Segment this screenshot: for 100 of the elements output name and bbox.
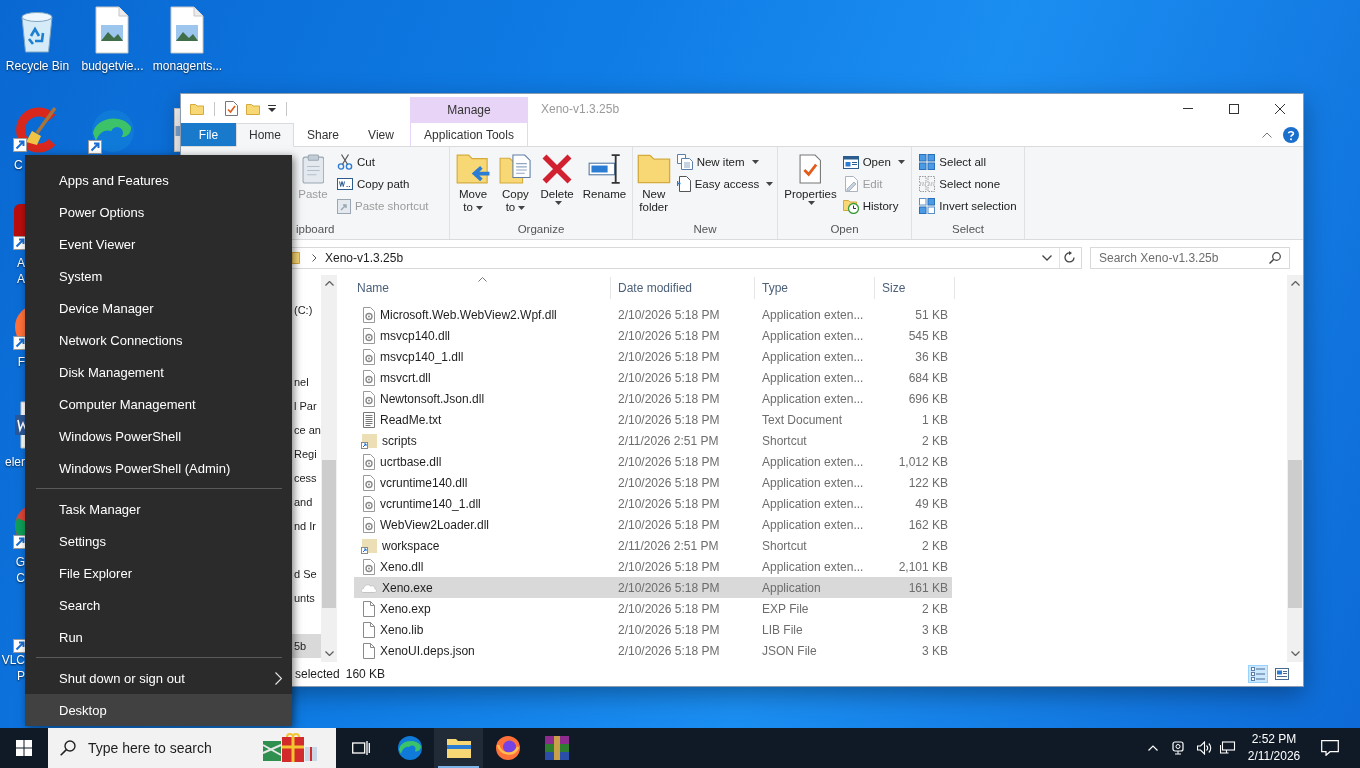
icon-label[interactable]: P	[17, 668, 25, 684]
column-header[interactable]: Size	[875, 277, 955, 299]
scroll-down-icon[interactable]	[1290, 651, 1300, 656]
clock-date[interactable]: 2/11/2026	[1247, 748, 1301, 765]
file-row[interactable]: scripts 2/11/2026 2:51 PM Shortcut 2 KB	[354, 430, 952, 451]
scroll-up-icon[interactable]	[324, 281, 334, 286]
menu-item[interactable]: File Explorer	[25, 557, 292, 589]
column-header[interactable]: Type	[755, 277, 875, 299]
ribbon-button[interactable]: Copy path	[335, 173, 431, 195]
chevron-right-icon[interactable]	[312, 253, 317, 262]
ribbon-button[interactable]: Properties	[782, 151, 839, 205]
scroll-down-icon[interactable]	[324, 651, 334, 656]
file-row[interactable]: Xeno.exp 2/10/2026 5:18 PM EXP File 2 KB	[354, 598, 952, 619]
file-row[interactable]: vcruntime140.dll 2/10/2026 5:18 PM Application exten... 122 KB	[354, 472, 952, 493]
search-field[interactable]: Search Xeno-v1.3.25b	[1090, 246, 1290, 269]
ribbon-button[interactable]: Open	[840, 151, 907, 173]
menu-item[interactable]: Device Manager	[25, 292, 292, 324]
file-row[interactable]: vcruntime140_1.dll 2/10/2026 5:18 PM Application exten... 49 KB	[354, 493, 952, 514]
scroll-up-icon[interactable]	[1290, 281, 1300, 286]
icon-label[interactable]: A	[17, 255, 25, 271]
icon-label[interactable]: F	[17, 354, 25, 370]
address-bar[interactable]: Xeno-v1.3.25b	[292, 246, 1082, 269]
ribbon-button[interactable]: Easy access	[674, 173, 776, 195]
search-icon[interactable]	[1269, 251, 1281, 264]
file-row[interactable]: msvcrt.dll 2/10/2026 5:18 PM Application exten... 684 KB	[354, 367, 952, 388]
ribbon-button[interactable]: Invert selection	[917, 195, 1019, 217]
tree-item[interactable]: and	[292, 490, 321, 514]
menu-item[interactable]: Apps and Features	[25, 164, 292, 196]
menu-item[interactable]: Search	[25, 589, 292, 621]
tree-item[interactable]: 5b	[292, 634, 321, 658]
icon-label[interactable]: C	[14, 157, 23, 173]
icon-label[interactable]: G	[15, 554, 25, 570]
file-row[interactable]: ReadMe.txt 2/10/2026 5:18 PM Text Document 1 KB	[354, 409, 952, 430]
tree-item[interactable]: Regi	[292, 442, 321, 466]
menu-item[interactable]: Task Manager	[25, 493, 292, 525]
taskbar-button[interactable]	[434, 728, 483, 768]
ribbon-button[interactable]: Copy to	[497, 151, 534, 214]
file-row[interactable]: Xeno.exe 2/10/2026 5:18 PM Application 161 KB	[354, 577, 952, 598]
file-row[interactable]: ucrtbase.dll 2/10/2026 5:18 PM Application exten... 1,012 KB	[354, 451, 952, 472]
ribbon-button[interactable]: New folder	[634, 151, 673, 214]
file-row[interactable]: Newtonsoft.Json.dll 2/10/2026 5:18 PM Application exten... 696 KB	[354, 388, 952, 409]
clock-time[interactable]: 2:52 PM	[1251, 731, 1297, 748]
icon-label[interactable]: A	[17, 271, 25, 287]
menu-item[interactable]: Power Options	[25, 196, 292, 228]
menu-item[interactable]: Computer Management	[25, 388, 292, 420]
gift-icon[interactable]	[262, 733, 318, 763]
checked-page-icon[interactable]	[225, 101, 238, 116]
tree-item[interactable]: cess	[292, 466, 321, 490]
icon-label[interactable]: Recycle Bin	[5, 58, 70, 74]
ribbon-tab[interactable]: Application Tools	[410, 123, 528, 146]
ribbon-button[interactable]: Cut	[335, 151, 431, 173]
file-row[interactable]: Microsoft.Web.WebView2.Wpf.dll 2/10/2026 5:18 PM Application exten... 51 KB	[354, 304, 952, 325]
breadcrumb[interactable]: Xeno-v1.3.25b	[325, 250, 404, 265]
menu-item[interactable]: Desktop	[25, 694, 292, 726]
file-row[interactable]: WebView2Loader.dll 2/10/2026 5:18 PM Application exten... 162 KB	[354, 514, 952, 535]
details-view-button[interactable]	[1248, 665, 1268, 683]
tree-item[interactable]: d Se	[292, 562, 321, 586]
scrollbar[interactable]	[321, 275, 337, 662]
ribbon-button[interactable]: Select all	[917, 151, 1019, 173]
chevron-down-icon[interactable]	[1042, 254, 1052, 261]
icon-label[interactable]: eler	[5, 454, 25, 470]
menu-item[interactable]: Shut down or sign out	[25, 662, 292, 694]
scrollbar-thumb[interactable]	[1288, 460, 1302, 608]
scrollbar-thumb[interactable]	[322, 460, 336, 608]
ribbon-button[interactable]: New item	[674, 151, 776, 173]
file-row[interactable]: Xeno.dll 2/10/2026 5:18 PM Application exten... 2,101 KB	[354, 556, 952, 577]
column-header[interactable]: Date modified	[611, 277, 755, 299]
icon-label[interactable]: budgetvie...	[81, 58, 144, 74]
menu-item[interactable]: System	[25, 260, 292, 292]
icon-label[interactable]: C	[16, 570, 25, 586]
help-icon[interactable]	[1283, 126, 1299, 143]
ribbon-tab[interactable]: View	[352, 123, 410, 146]
tree-item[interactable]: (C:)	[292, 298, 321, 322]
tree-item[interactable]: nel	[292, 370, 321, 394]
menu-item[interactable]: Settings	[25, 525, 292, 557]
column-header[interactable]: Name	[354, 277, 611, 299]
icon-label[interactable]: VLC	[1, 652, 25, 668]
refresh-icon[interactable]	[1064, 251, 1076, 264]
ribbon-button[interactable]: History	[840, 195, 907, 217]
file-row[interactable]: msvcp140_1.dll 2/10/2026 5:18 PM Application exten... 36 KB	[354, 346, 952, 367]
tree-item[interactable]: l Par	[292, 394, 321, 418]
icon-label[interactable]: monagents...	[152, 58, 223, 74]
menu-item[interactable]: Network Connections	[25, 324, 292, 356]
menu-item[interactable]: Windows PowerShell (Admin)	[25, 452, 292, 484]
notification-icon[interactable]	[1321, 740, 1339, 756]
ribbon-tab[interactable]: Home	[236, 123, 294, 147]
ribbon-tab[interactable]: Share	[294, 123, 352, 146]
ribbon-button[interactable]: Move to	[453, 151, 493, 214]
tree-item[interactable]: unts	[292, 586, 321, 610]
search-field[interactable]: Type here to search	[48, 728, 336, 768]
menu-item[interactable]: Windows PowerShell	[25, 420, 292, 452]
file-menu-button[interactable]: File	[181, 123, 236, 146]
ribbon-button[interactable]: Select none	[917, 173, 1019, 195]
ribbon-button[interactable]: Rename	[580, 151, 629, 201]
large-icons-view-button[interactable]	[1272, 665, 1292, 683]
tree-item[interactable]: nd Ir	[292, 514, 321, 538]
menu-item[interactable]: Event Viewer	[25, 228, 292, 260]
menu-item[interactable]: Disk Management	[25, 356, 292, 388]
ribbon-button[interactable]: Delete	[538, 151, 576, 205]
swirl-icon[interactable]	[88, 107, 136, 155]
